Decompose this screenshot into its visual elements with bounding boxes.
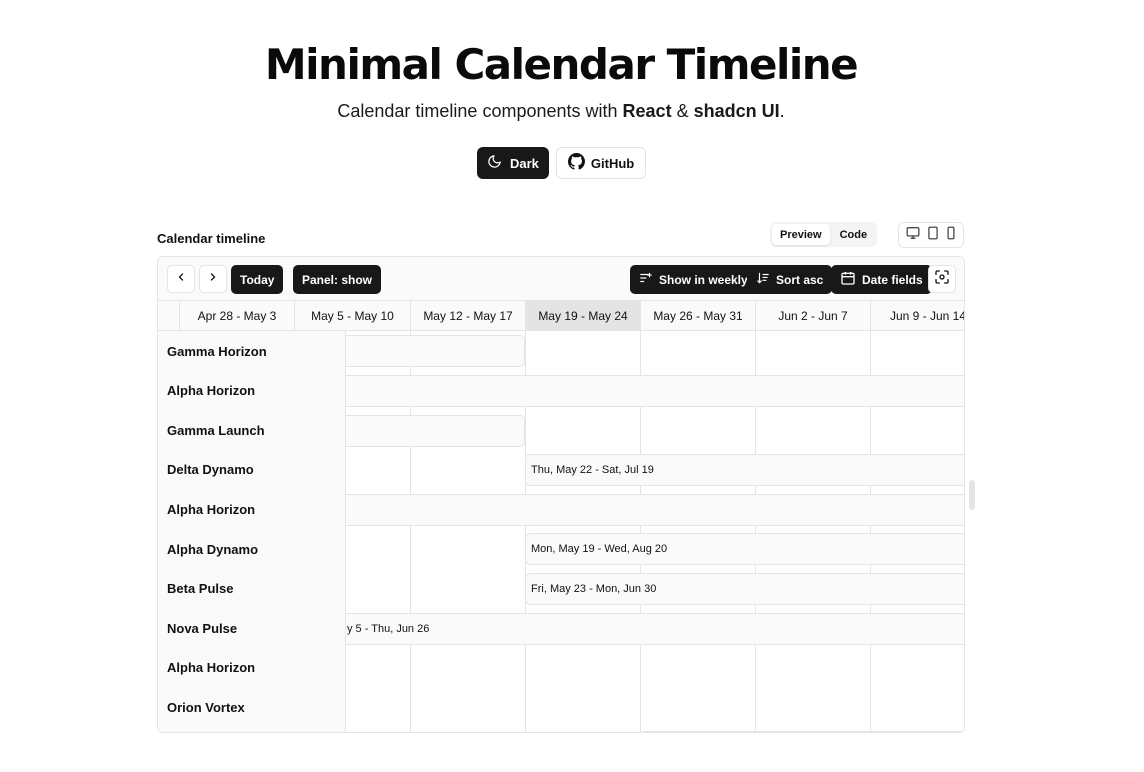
timeline-toolbar: Today Panel: show Show in weekly Sort as…	[158, 257, 964, 301]
subtitle-shadcn: shadcn UI	[693, 101, 780, 121]
show-weekly-button[interactable]: Show in weekly	[630, 265, 757, 294]
prev-button[interactable]	[167, 265, 195, 293]
hero-actions: Dark GitHub	[477, 147, 647, 179]
tab-preview[interactable]: Preview	[772, 224, 830, 245]
row-label[interactable]: Nova Pulse	[167, 621, 237, 636]
subtitle-amp: &	[671, 101, 694, 121]
row-label[interactable]: Gamma Horizon	[167, 344, 267, 359]
sort-ascending-icon	[756, 271, 770, 288]
github-button[interactable]: GitHub	[555, 147, 647, 179]
row-label[interactable]: Alpha Dynamo	[167, 542, 258, 557]
sort-label: Sort asc	[776, 272, 824, 287]
week-header-cell: Apr 28 - May 3	[179, 301, 294, 331]
github-label: GitHub	[590, 155, 635, 171]
filter-lines-icon	[639, 271, 653, 288]
timeline-bar[interactable]: Mon, May 19 - Wed, Aug 20	[525, 533, 964, 565]
week-header: Apr 28 - May 3 May 5 - May 10 May 12 - M…	[158, 301, 964, 331]
section-label: Calendar timeline	[157, 231, 266, 246]
today-button[interactable]: Today	[231, 265, 284, 294]
dark-mode-label: Dark	[510, 155, 539, 171]
subtitle-suffix: .	[779, 101, 785, 121]
moon-icon	[487, 154, 502, 172]
row-label[interactable]: Alpha Horizon	[167, 383, 255, 398]
row-label[interactable]: Delta Dynamo	[167, 462, 254, 477]
calendar-icon	[840, 270, 856, 289]
week-header-cell: May 5 - May 10	[294, 301, 410, 331]
desktop-icon[interactable]	[906, 226, 920, 245]
week-header-cell: Jun 9 - Jun 14	[870, 301, 964, 331]
row-label[interactable]: Orion Vortex	[167, 700, 245, 715]
date-fields-label: Date fields	[862, 272, 923, 287]
timeline-bar[interactable]	[308, 375, 964, 407]
date-fields-button[interactable]: Date fields	[831, 265, 932, 294]
timeline-bar[interactable]	[640, 731, 964, 732]
page-subtitle: Calendar timeline components with React …	[0, 101, 1122, 122]
chevron-right-icon	[207, 270, 219, 288]
subtitle-text: Calendar timeline components with	[337, 101, 623, 121]
timeline-bar[interactable]: y 5 - Thu, Jun 26	[308, 613, 964, 645]
show-weekly-label: Show in weekly	[659, 272, 748, 287]
timeline-bar[interactable]: Thu, May 22 - Sat, Jul 19	[525, 454, 964, 486]
chevron-left-icon	[175, 270, 187, 288]
phone-icon[interactable]	[946, 226, 956, 245]
screenshot-button[interactable]	[928, 265, 956, 293]
timeline-bar[interactable]	[308, 494, 964, 526]
timeline-bar[interactable]: Fri, May 23 - Mon, Jun 30	[525, 573, 964, 605]
tab-code[interactable]: Code	[832, 224, 876, 245]
subtitle-react: React	[622, 101, 672, 121]
page-scrollbar[interactable]	[969, 480, 975, 510]
preview-code-toggle: Preview Code	[770, 222, 878, 247]
calendar-timeline: Today Panel: show Show in weekly Sort as…	[157, 256, 965, 733]
device-toggle	[898, 222, 964, 248]
row-label[interactable]: Beta Pulse	[167, 581, 233, 596]
panel-toggle-button[interactable]: Panel: show	[293, 265, 382, 294]
row-label[interactable]: Alpha Horizon	[167, 502, 255, 517]
week-header-cell: Jun 2 - Jun 7	[755, 301, 870, 331]
focus-icon	[934, 269, 950, 290]
week-header-cell: May 26 - May 31	[640, 301, 755, 331]
row-panel: Gamma Horizon Alpha Horizon Gamma Launch…	[158, 331, 346, 732]
row-label[interactable]: Gamma Launch	[167, 423, 265, 438]
next-button[interactable]	[199, 265, 227, 293]
week-header-cell: May 12 - May 17	[410, 301, 525, 331]
week-header-cell-current: May 19 - May 24	[525, 301, 640, 331]
tablet-icon[interactable]	[927, 226, 939, 245]
dark-mode-button[interactable]: Dark	[477, 147, 549, 179]
page-title: Minimal Calendar Timeline	[264, 40, 859, 89]
row-label[interactable]: Alpha Horizon	[167, 660, 255, 675]
sort-button[interactable]: Sort asc	[747, 265, 833, 294]
github-icon	[567, 153, 585, 173]
